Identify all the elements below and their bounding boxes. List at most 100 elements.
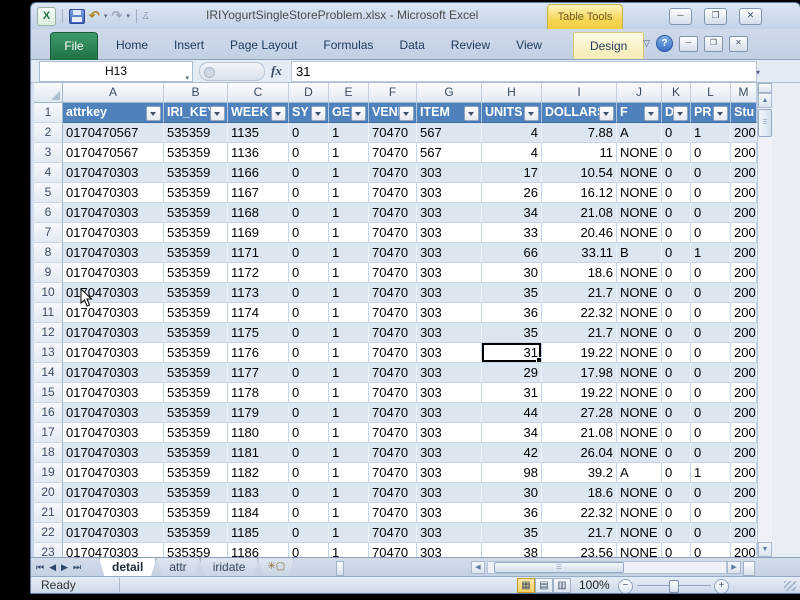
resize-grip[interactable]	[784, 581, 796, 591]
vertical-scrollbar[interactable]: ▲ ☰ ▼	[757, 83, 772, 557]
column-header-M[interactable]: M	[731, 83, 757, 103]
undo-icon[interactable]: ↶	[89, 8, 100, 24]
cell-D3[interactable]: 0	[289, 143, 329, 163]
cell-F19[interactable]: 70470	[369, 463, 417, 483]
close-window-button[interactable]: ✕	[739, 8, 762, 25]
cell-I20[interactable]: 18.6	[542, 483, 617, 503]
cell-H23[interactable]: 38	[482, 543, 542, 557]
cell-H14[interactable]: 29	[482, 363, 542, 383]
cell-J22[interactable]: NONE	[617, 523, 662, 543]
normal-view-icon[interactable]: ▦	[517, 578, 535, 593]
cell-H19[interactable]: 98	[482, 463, 542, 483]
name-box[interactable]: H13 ▾	[39, 61, 193, 82]
cell-F10[interactable]: 70470	[369, 283, 417, 303]
row-header-8[interactable]: 8	[34, 243, 63, 263]
last-sheet-icon[interactable]: ⏭	[73, 560, 81, 575]
cell-G6[interactable]: 303	[417, 203, 482, 223]
cell-A13[interactable]: 0170470303	[63, 343, 164, 363]
filter-dropdown-icon[interactable]	[351, 106, 366, 121]
cell-D9[interactable]: 0	[289, 263, 329, 283]
cell-J8[interactable]: B	[617, 243, 662, 263]
cell-J23[interactable]: NONE	[617, 543, 662, 557]
cell-I5[interactable]: 16.12	[542, 183, 617, 203]
cell-F18[interactable]: 70470	[369, 443, 417, 463]
cell-D7[interactable]: 0	[289, 223, 329, 243]
cell-E11[interactable]: 1	[329, 303, 369, 323]
cell-C2[interactable]: 1135	[228, 123, 289, 143]
cell-A9[interactable]: 0170470303	[63, 263, 164, 283]
cell-I3[interactable]: 11	[542, 143, 617, 163]
cell-J14[interactable]: NONE	[617, 363, 662, 383]
column-header-I[interactable]: I	[542, 83, 617, 103]
zoom-out-icon[interactable]: −	[618, 579, 633, 594]
cell-I2[interactable]: 7.88	[542, 123, 617, 143]
cell-I22[interactable]: 21.7	[542, 523, 617, 543]
cell-E17[interactable]: 1	[329, 423, 369, 443]
cell-F9[interactable]: 70470	[369, 263, 417, 283]
cell-I9[interactable]: 18.6	[542, 263, 617, 283]
table-header-item[interactable]: ITEM	[417, 103, 482, 123]
ribbon-tab-home[interactable]: Home	[103, 32, 161, 59]
table-header-sy[interactable]: SY	[289, 103, 329, 123]
cell-H11[interactable]: 36	[482, 303, 542, 323]
cell-B23[interactable]: 535359	[164, 543, 228, 557]
cell-J19[interactable]: A	[617, 463, 662, 483]
cell-M21[interactable]: 200	[731, 503, 757, 523]
cell-B12[interactable]: 535359	[164, 323, 228, 343]
cell-K15[interactable]: 0	[662, 383, 691, 403]
cell-F22[interactable]: 70470	[369, 523, 417, 543]
cell-C12[interactable]: 1175	[228, 323, 289, 343]
zoom-level[interactable]: 100%	[579, 578, 610, 593]
cell-G20[interactable]: 303	[417, 483, 482, 503]
cell-E14[interactable]: 1	[329, 363, 369, 383]
cell-A22[interactable]: 0170470303	[63, 523, 164, 543]
cell-L22[interactable]: 0	[691, 523, 731, 543]
cell-F21[interactable]: 70470	[369, 503, 417, 523]
cell-L10[interactable]: 0	[691, 283, 731, 303]
ribbon-tab-view[interactable]: View	[503, 32, 555, 59]
cell-D16[interactable]: 0	[289, 403, 329, 423]
cell-K7[interactable]: 0	[662, 223, 691, 243]
scroll-left-icon[interactable]: ◀	[471, 561, 485, 574]
formula-input[interactable]: 31	[291, 61, 757, 82]
vertical-scroll-thumb[interactable]: ☰	[758, 109, 772, 137]
cell-A16[interactable]: 0170470303	[63, 403, 164, 423]
row-header-3[interactable]: 3	[34, 143, 63, 163]
cell-B16[interactable]: 535359	[164, 403, 228, 423]
excel-app-icon[interactable]: X	[37, 7, 56, 26]
filter-dropdown-icon[interactable]	[599, 106, 614, 121]
cell-E10[interactable]: 1	[329, 283, 369, 303]
minimize-window-button[interactable]: ─	[669, 8, 692, 25]
cell-G8[interactable]: 303	[417, 243, 482, 263]
cell-G10[interactable]: 303	[417, 283, 482, 303]
ribbon-tab-review[interactable]: Review	[438, 32, 503, 59]
cell-I13[interactable]: 19.22	[542, 343, 617, 363]
page-layout-view-icon[interactable]: ▤	[535, 578, 553, 593]
column-header-J[interactable]: J	[617, 83, 662, 103]
cell-C13[interactable]: 1176	[228, 343, 289, 363]
scroll-down-icon[interactable]: ▼	[758, 542, 772, 557]
cell-M3[interactable]: 200	[731, 143, 757, 163]
column-header-E[interactable]: E	[329, 83, 369, 103]
insert-function-icon[interactable]: fx	[271, 63, 282, 79]
cell-A19[interactable]: 0170470303	[63, 463, 164, 483]
cell-H22[interactable]: 35	[482, 523, 542, 543]
cell-K17[interactable]: 0	[662, 423, 691, 443]
filter-dropdown-icon[interactable]	[713, 106, 728, 121]
cell-D21[interactable]: 0	[289, 503, 329, 523]
cell-C8[interactable]: 1171	[228, 243, 289, 263]
save-icon[interactable]	[69, 9, 85, 24]
cell-K10[interactable]: 0	[662, 283, 691, 303]
zoom-in-icon[interactable]: +	[714, 579, 729, 594]
filter-dropdown-icon[interactable]	[673, 106, 688, 121]
cell-I6[interactable]: 21.08	[542, 203, 617, 223]
cell-M6[interactable]: 200	[731, 203, 757, 223]
cell-C21[interactable]: 1184	[228, 503, 289, 523]
row-header-11[interactable]: 11	[34, 303, 63, 323]
cell-E2[interactable]: 1	[329, 123, 369, 143]
cell-D8[interactable]: 0	[289, 243, 329, 263]
cell-G11[interactable]: 303	[417, 303, 482, 323]
cell-M11[interactable]: 200	[731, 303, 757, 323]
table-header-pr[interactable]: PR	[691, 103, 731, 123]
column-header-F[interactable]: F	[369, 83, 417, 103]
